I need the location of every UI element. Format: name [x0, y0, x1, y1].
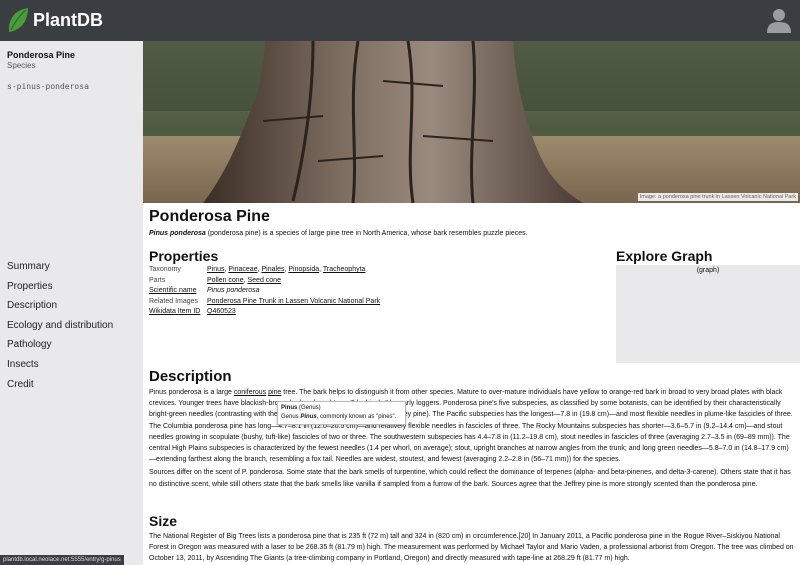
property-value: Ponderosa Pine Trunk in Lassen Volcanic …: [207, 298, 380, 309]
property-key: Taxonomy: [149, 266, 181, 273]
property-key-link[interactable]: Wikidata Item ID: [149, 308, 200, 315]
toc-item-pathology[interactable]: Pathology: [7, 339, 113, 359]
table-of-contents: Summary Properties Description Ecology a…: [7, 261, 113, 398]
wikidata-link[interactable]: Q460523: [207, 308, 236, 315]
sidebar: Ponderosa Pine Species s-pinus-ponderosa…: [0, 41, 143, 565]
parts-link-seed-cone[interactable]: Seed cone: [247, 277, 280, 284]
property-value: Pollen cone, Seed cone: [207, 276, 281, 284]
size-paragraph: The National Register of Big Trees lists…: [149, 533, 794, 563]
page-title: Ponderosa Pine: [149, 208, 270, 225]
property-value: Pinus ponderosa: [207, 287, 380, 298]
parts-link-pollen-cone[interactable]: Pollen cone: [207, 277, 244, 284]
table-row: Taxonomy Pinus, Pinaceae, Pinales, Pinop…: [149, 266, 380, 277]
table-row: Scientific name Pinus ponderosa: [149, 287, 380, 298]
taxonomy-link-pinus[interactable]: Pinus: [207, 266, 225, 273]
taxonomy-link-pinaceae[interactable]: Pinaceae: [228, 266, 257, 273]
property-value: Q460523: [207, 308, 380, 319]
toc-item-properties[interactable]: Properties: [7, 281, 113, 301]
intro-rest: (ponderosa pine) is a species of large p…: [205, 230, 528, 237]
properties-heading: Properties: [149, 248, 219, 264]
description-paragraph: Pinus ponderosa is a large coniferous pi…: [149, 389, 793, 464]
description-section: Description Pinus ponderosa is a large c…: [149, 368, 795, 490]
table-row: Related Images Ponderosa Pine Trunk in L…: [149, 298, 380, 309]
graph-canvas[interactable]: (graph): [616, 265, 800, 363]
tooltip-title: Pinus (Genus): [281, 405, 321, 411]
related-image-link[interactable]: Ponderosa Pine Trunk in Lassen Volcanic …: [207, 298, 380, 305]
status-bar-url: plantdb.local.neolace.net:5555/entry/g-p…: [0, 555, 124, 565]
toc-item-credit[interactable]: Credit: [7, 379, 113, 399]
toc-item-insects[interactable]: Insects: [7, 359, 113, 379]
description-heading: Description: [149, 368, 232, 385]
toc-item-description[interactable]: Description: [7, 300, 113, 320]
table-row: Wikidata Item ID Q460523: [149, 308, 380, 319]
toc-item-ecology[interactable]: Ecology and distribution: [7, 320, 113, 340]
image-caption: Image: a ponderosa pine trunk in Lassen …: [637, 193, 798, 201]
property-key: Related Images: [149, 297, 199, 305]
tooltip-body: Genus Pinus, commonly known as "pines".: [281, 414, 397, 420]
hero-image: Image: a ponderosa pine trunk in Lassen …: [143, 41, 800, 203]
user-avatar-icon[interactable]: [766, 7, 792, 33]
scientific-name-value: Pinus ponderosa: [207, 287, 260, 294]
pine-link[interactable]: pine: [268, 389, 281, 396]
sidebar-entry-title: Ponderosa Pine: [7, 50, 76, 60]
link-tooltip: Pinus (Genus) Genus Pinus, commonly know…: [277, 401, 406, 425]
top-bar: PlantDB: [0, 0, 800, 41]
explore-graph-heading: Explore Graph: [616, 248, 713, 264]
property-key-link[interactable]: Scientific name: [149, 287, 196, 294]
intro-text: Pinus ponderosa (ponderosa pine) is a sp…: [149, 230, 794, 237]
brand-name[interactable]: PlantDB: [33, 10, 103, 31]
description-paragraph: Sources differ on the scent of P. ponder…: [149, 469, 791, 488]
property-key: Parts: [149, 276, 166, 284]
size-heading: Size: [149, 513, 178, 529]
taxonomy-link-tracheophyta[interactable]: Tracheophyta: [323, 266, 366, 273]
taxonomy-link-pinales[interactable]: Pinales: [262, 266, 285, 273]
sidebar-entry-slug: s-pinus-ponderosa: [7, 82, 89, 91]
properties-section: Properties Taxonomy Pinus, Pinaceae, Pin…: [149, 248, 589, 319]
intro-species-name: Pinus ponderosa: [149, 230, 206, 237]
properties-table: Taxonomy Pinus, Pinaceae, Pinales, Pinop…: [149, 266, 380, 319]
tree-trunk-photo: [143, 41, 800, 203]
leaf-logo-icon[interactable]: [6, 6, 30, 34]
sidebar-entry-type: Species: [7, 61, 36, 70]
size-section: Size The National Register of Big Trees …: [149, 513, 795, 565]
coniferous-link[interactable]: coniferous: [234, 389, 266, 396]
toc-item-summary[interactable]: Summary: [7, 261, 113, 281]
taxonomy-link-pinopsida[interactable]: Pinopsida: [288, 266, 319, 273]
explore-graph-section: Explore Graph (graph): [616, 248, 800, 363]
property-value: Pinus, Pinaceae, Pinales, Pinopsida, Tra…: [207, 266, 366, 273]
main-content: Ponderosa Pine Pinus ponderosa (ponderos…: [149, 208, 800, 562]
table-row: Parts Pollen cone, Seed cone: [149, 277, 380, 288]
